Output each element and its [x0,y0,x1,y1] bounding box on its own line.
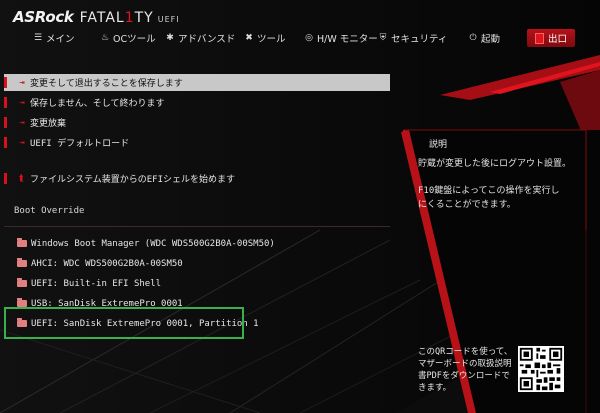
flame-icon: ♨ [100,33,110,43]
boot-override-item[interactable]: UEFI: Built-in EFI Shell [4,275,390,292]
folder-icon [17,278,27,287]
highlight-frame [4,307,244,339]
monitor-icon: ◎ [305,33,313,43]
brand-logo: ASRock FATAL1TY UEFI [13,8,180,26]
discard-changes[interactable]: ⇥ 変更放棄 [4,114,390,131]
exit-arrow-icon: ⇥ [19,77,25,88]
tab-security[interactable]: ⛨ セキュリティ [378,30,448,46]
tab-oc-tweaker[interactable]: ♨ OCツール [100,30,156,46]
launch-efi-shell[interactable]: ⮬ ファイルシステム装置からのEFIシェルを始めます [4,170,390,187]
exit-icon [535,32,544,44]
top-bar: ASRock FATAL1TY UEFI ☰ メイン ♨ OCツール ✱ アドバンスド ✖… [0,0,600,52]
exit-arrow-icon: ⇥ [19,97,25,108]
qr-note: このQRコードを使って、マザーボードの取扱説明書PDFをダウンロードできます。 [418,347,513,393]
folder-icon [17,258,27,267]
discard-changes-and-exit[interactable]: ⇥ 保存しません、そして終わります [4,94,390,111]
launch-arrow-icon: ⮬ [19,173,25,184]
boot-override-item[interactable]: AHCI: WDC WDS500G2B0A-00SM50 [4,255,390,272]
tab-main[interactable]: ☰ メイン [33,30,75,46]
shield-icon: ⛨ [379,33,387,43]
tools-icon: ✖ [245,33,253,43]
exit-arrow-icon: ⇥ [19,137,25,148]
description-hint: F10鍵盤によってこの操作を実行し にくることができます。 [418,186,560,210]
save-changes-and-exit[interactable]: ⇥ 変更そして退出することを保存します [4,74,390,91]
description-title: 説明 [429,140,448,150]
load-uefi-defaults[interactable]: ⇥ UEFI デフォルトロード [4,134,390,151]
description-text: 貯蔵が変更した後にログアウト設置。 [418,159,572,169]
tab-boot[interactable]: ⏻ 起動 [468,30,500,46]
exit-arrow-icon: ⇥ [19,117,25,128]
list-icon: ☰ [33,33,43,43]
tab-hw-monitor[interactable]: ◎ H/W モニター [304,30,378,46]
power-icon: ⏻ [469,33,477,43]
tab-advanced[interactable]: ✱ アドバンスド [165,30,235,46]
qr-code-icon [518,346,564,392]
tab-exit[interactable]: 出口 [527,29,576,47]
folder-icon [17,298,27,307]
boot-override-title: Boot Override [14,206,85,216]
boot-override-item[interactable]: Windows Boot Manager (WDC WDS500G2B0A-00… [4,235,390,252]
section-divider [4,226,390,227]
star-icon: ✱ [166,33,174,43]
tab-tools[interactable]: ✖ ツール [244,30,285,46]
folder-icon [17,238,27,247]
